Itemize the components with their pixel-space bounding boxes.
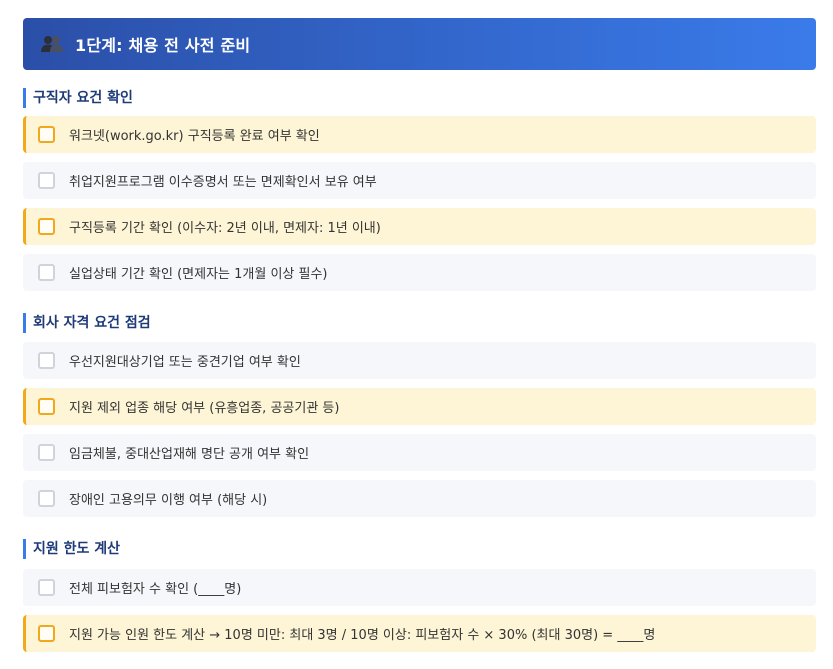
checkbox[interactable] (38, 490, 55, 507)
section-title-company: 회사 자격 요건 점검 (23, 313, 151, 333)
checklist-item[interactable]: 취업지원프로그램 이수증명서 또는 면제확인서 보유 여부 (23, 162, 816, 199)
checklist-item-label: 우선지원대상기업 또는 중견기업 여부 확인 (69, 355, 301, 370)
stage-header: 1단계: 채용 전 사전 준비 (23, 18, 816, 70)
checklist-item[interactable]: 실업상태 기간 확인 (면제자는 1개월 이상 필수) (23, 254, 816, 291)
checkbox[interactable] (38, 218, 55, 235)
checklist-item[interactable]: 임금체불, 중대산업재해 명단 공개 여부 확인 (23, 434, 816, 471)
checkbox[interactable] (38, 444, 55, 461)
checklist-item[interactable]: 전체 피보험자 수 확인 (____명) (23, 569, 816, 606)
checkbox[interactable] (38, 625, 55, 642)
checkbox[interactable] (38, 126, 55, 143)
checklist-item[interactable]: 워크넷(work.go.kr) 구직등록 완료 여부 확인 (23, 116, 816, 153)
checklist-item-label: 취업지원프로그램 이수증명서 또는 면제확인서 보유 여부 (69, 175, 377, 190)
checklist-item-label: 전체 피보험자 수 확인 (____명) (69, 582, 242, 597)
checkbox[interactable] (38, 172, 55, 189)
checkbox[interactable] (38, 579, 55, 596)
checklist-item-label: 임금체불, 중대산업재해 명단 공개 여부 확인 (69, 447, 310, 462)
checklist-item-label: 워크넷(work.go.kr) 구직등록 완료 여부 확인 (69, 129, 320, 144)
checklist-page: 1단계: 채용 전 사전 준비 구직자 요건 확인 워크넷(work.go.kr… (0, 0, 833, 669)
people-icon (41, 35, 63, 53)
section-title-jobseeker: 구직자 요건 확인 (23, 88, 133, 108)
checklist-item[interactable]: 지원 가능 인원 한도 계산 → 10명 미만: 최대 3명 / 10명 이상:… (23, 615, 816, 652)
checkbox[interactable] (38, 264, 55, 281)
section-title-limit: 지원 한도 계산 (23, 539, 120, 559)
checklist-item-label: 실업상태 기간 확인 (면제자는 1개월 이상 필수) (69, 267, 328, 282)
checkbox[interactable] (38, 352, 55, 369)
checklist-item-label: 지원 제외 업종 해당 여부 (유흥업종, 공공기관 등) (69, 401, 340, 416)
checklist-item[interactable]: 구직등록 기간 확인 (이수자: 2년 이내, 면제자: 1년 이내) (23, 208, 816, 245)
checkbox[interactable] (38, 398, 55, 415)
checklist-item-label: 장애인 고용의무 이행 여부 (해당 시) (69, 493, 268, 508)
checklist-item[interactable]: 지원 제외 업종 해당 여부 (유흥업종, 공공기관 등) (23, 388, 816, 425)
stage-title: 1단계: 채용 전 사전 준비 (75, 36, 251, 55)
checklist-item-label: 지원 가능 인원 한도 계산 → 10명 미만: 최대 3명 / 10명 이상:… (69, 628, 656, 643)
checklist-item-label: 구직등록 기간 확인 (이수자: 2년 이내, 면제자: 1년 이내) (69, 221, 381, 236)
checklist-item[interactable]: 우선지원대상기업 또는 중견기업 여부 확인 (23, 342, 816, 379)
checklist-item[interactable]: 장애인 고용의무 이행 여부 (해당 시) (23, 480, 816, 517)
